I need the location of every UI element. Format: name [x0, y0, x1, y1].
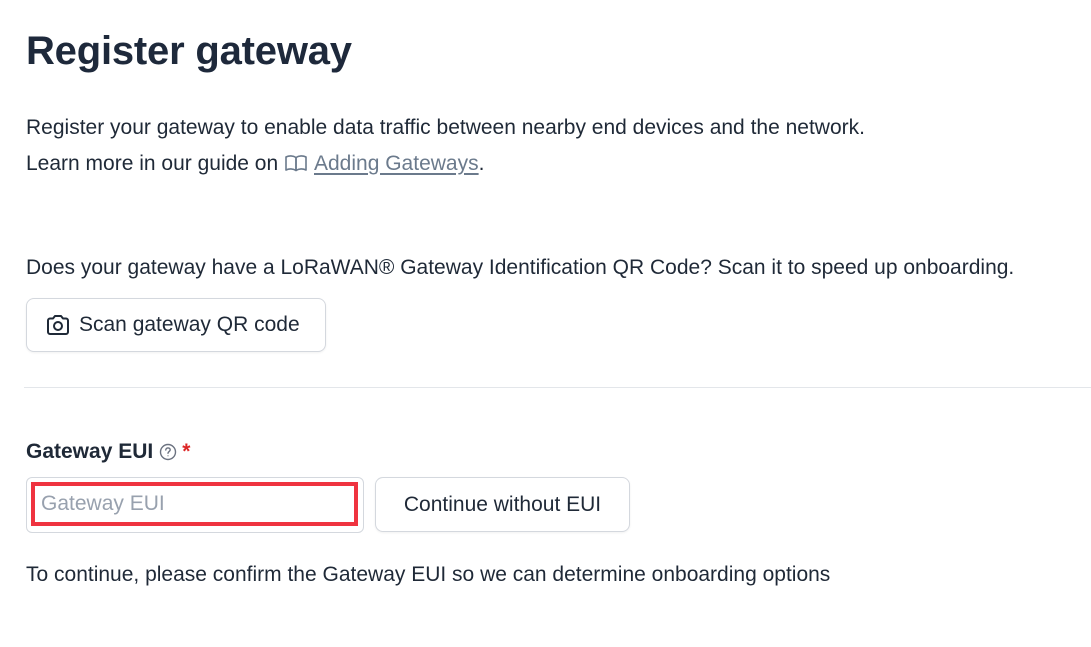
- scan-qr-code-button[interactable]: Scan gateway QR code: [26, 298, 326, 352]
- gateway-eui-field: [26, 477, 364, 533]
- gateway-eui-input[interactable]: [31, 482, 358, 526]
- camera-icon: [47, 315, 69, 335]
- intro-text: Register your gateway to enable data tra…: [26, 110, 865, 182]
- eui-hint-text: To continue, please confirm the Gateway …: [26, 563, 831, 586]
- guide-suffix: .: [478, 152, 485, 175]
- gateway-eui-label: Gateway EUI: [26, 440, 154, 463]
- adding-gateways-link[interactable]: Adding Gateways: [314, 152, 479, 175]
- book-icon: [285, 155, 307, 172]
- guide-prefix: Learn more in our guide on: [26, 152, 284, 175]
- qr-code-question: Does your gateway have a LoRaWAN® Gatewa…: [26, 256, 1015, 279]
- gateway-eui-label-row: Gateway EUI *: [26, 438, 190, 466]
- section-divider: [24, 387, 1091, 388]
- required-marker: *: [182, 440, 191, 463]
- question-circle-icon[interactable]: [159, 443, 177, 461]
- continue-without-eui-button[interactable]: Continue without EUI: [375, 477, 630, 532]
- intro-guide-line: Learn more in our guide on Adding Gatewa…: [26, 146, 865, 182]
- register-gateway-page: Register gateway Register your gateway t…: [0, 0, 1091, 647]
- scan-qr-code-label: Scan gateway QR code: [79, 313, 300, 336]
- intro-description: Register your gateway to enable data tra…: [26, 116, 865, 139]
- page-title: Register gateway: [26, 29, 352, 73]
